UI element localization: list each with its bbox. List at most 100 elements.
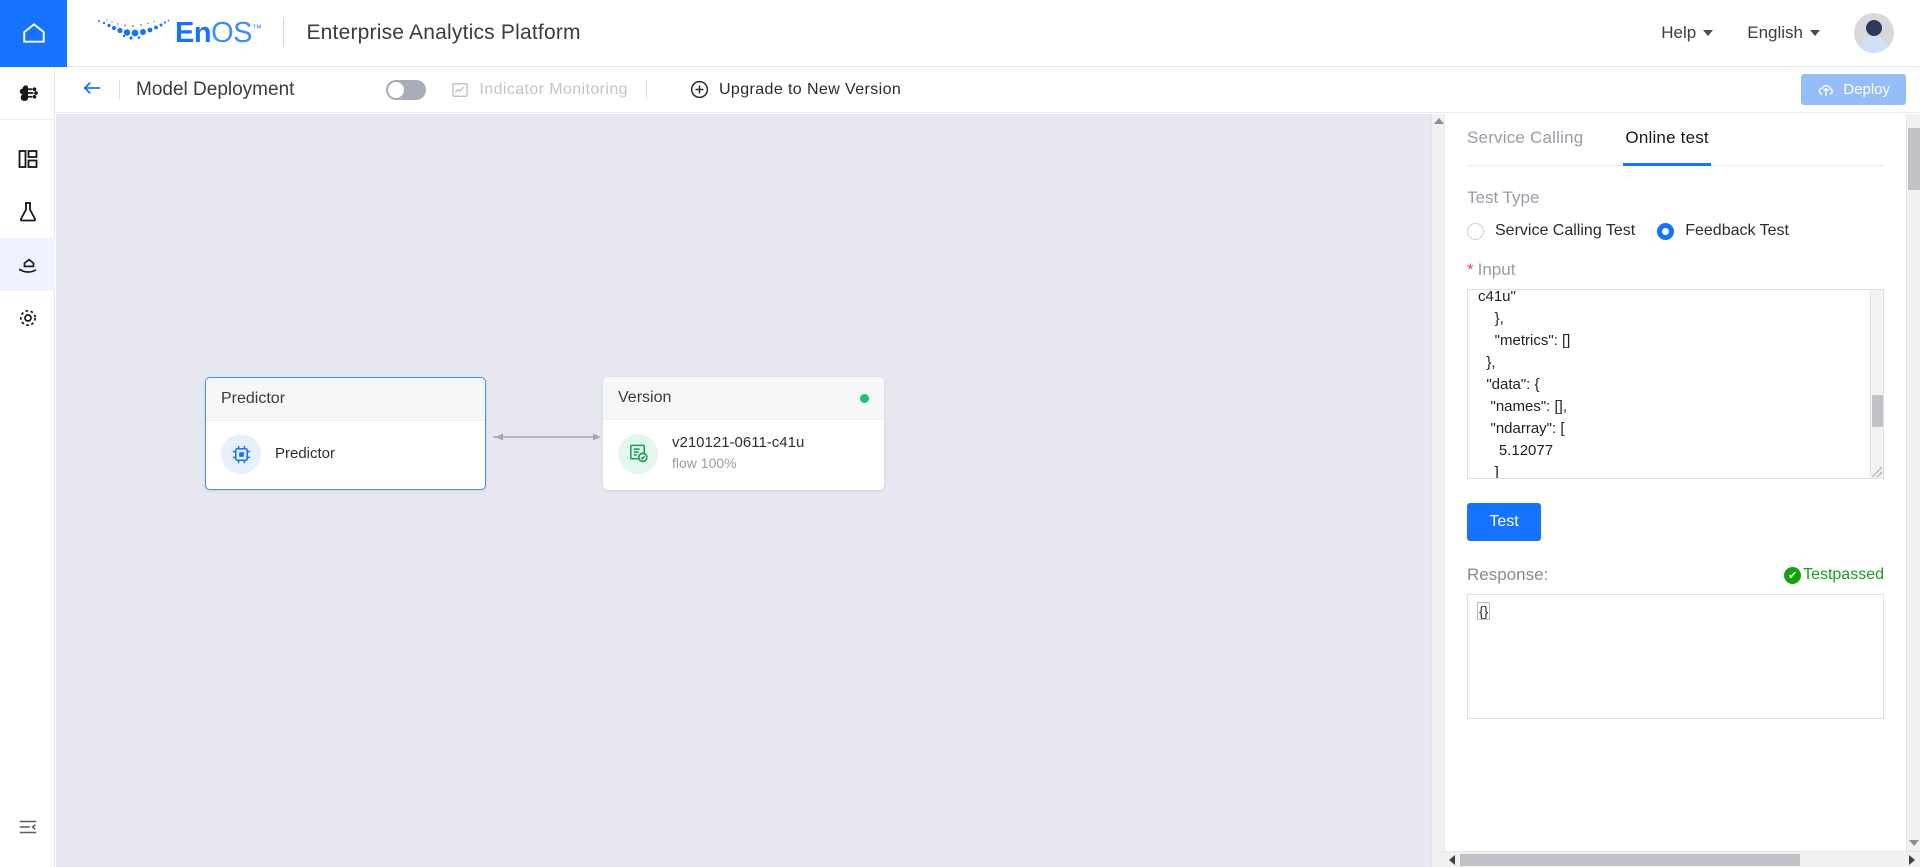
collapse-panel-icon bbox=[19, 820, 36, 833]
response-label: Response: bbox=[1467, 565, 1549, 584]
radio-feedback-test[interactable]: Feedback Test bbox=[1657, 222, 1789, 240]
canvas-scrollbar-vertical[interactable] bbox=[1431, 114, 1444, 867]
panel-scrollbar-h-track[interactable] bbox=[1460, 852, 1904, 867]
sidebar-item-dashboard[interactable] bbox=[0, 132, 55, 185]
response-row: Response: ✔ Testpassed bbox=[1467, 565, 1884, 585]
node-predictor-title: Predictor bbox=[221, 390, 286, 407]
home-button[interactable] bbox=[0, 0, 67, 67]
sidebar-collapse-button[interactable] bbox=[0, 800, 55, 853]
toggle-knob bbox=[388, 81, 405, 98]
deploy-label: Deploy bbox=[1843, 81, 1890, 98]
header-divider bbox=[283, 19, 285, 47]
tab-online-test[interactable]: Online test bbox=[1623, 114, 1712, 166]
version-doc-check-icon bbox=[629, 444, 648, 463]
predictor-icon bbox=[232, 445, 250, 463]
node-version-main-text: v210121-0611-c41u bbox=[672, 434, 805, 451]
panel-tabs: Service Calling Online test bbox=[1467, 114, 1884, 166]
test-panel: Service Calling Online test Test Type Se… bbox=[1444, 114, 1906, 867]
panel-scroll-down-button[interactable] bbox=[1907, 835, 1920, 851]
upgrade-version-link[interactable]: Upgrade to New Version bbox=[689, 79, 901, 100]
avatar[interactable] bbox=[1854, 13, 1894, 53]
version-icon-wrap bbox=[618, 433, 658, 474]
predictor-icon-wrap bbox=[221, 434, 261, 474]
node-predictor-texts: Predictor bbox=[275, 444, 335, 464]
test-status: ✔ Testpassed bbox=[1784, 566, 1884, 584]
tab-service-calling[interactable]: Service Calling bbox=[1467, 114, 1583, 165]
sub-header: Model Deployment Indicator Monitoring Up… bbox=[55, 67, 1920, 113]
input-label: * Input bbox=[1467, 260, 1884, 280]
home-icon bbox=[22, 23, 45, 43]
avatar-head bbox=[1866, 20, 1882, 36]
panel-scrollbar-vertical[interactable] bbox=[1906, 114, 1920, 851]
ai-model-icon bbox=[19, 85, 38, 101]
arrow-left-icon bbox=[83, 81, 101, 94]
back-button[interactable] bbox=[81, 79, 103, 101]
node-version[interactable]: Version v210121-0611-c41u flow 100% bbox=[603, 377, 884, 490]
panel-scroll-left-button[interactable] bbox=[1444, 852, 1460, 867]
radio-service-calling-test-label: Service Calling Test bbox=[1495, 222, 1636, 239]
chevron-down-icon bbox=[1703, 30, 1714, 36]
plus-circle-icon bbox=[690, 80, 709, 99]
panel-scrollbar-horizontal[interactable] bbox=[1444, 851, 1920, 867]
node-version-sub-text: flow 100% bbox=[672, 455, 737, 472]
check-circle-icon: ✔ bbox=[1784, 566, 1802, 584]
status-badge bbox=[860, 393, 869, 403]
node-predictor-header: Predictor bbox=[206, 378, 485, 421]
edge-connector bbox=[493, 433, 601, 441]
chevron-left-icon bbox=[1449, 854, 1455, 865]
settings-gear-icon bbox=[19, 309, 36, 326]
panel-scroll-right-button[interactable] bbox=[1904, 852, 1920, 867]
indicator-monitoring-link[interactable]: Indicator Monitoring bbox=[450, 80, 628, 100]
logo-tm: ™ bbox=[251, 23, 262, 35]
chevron-up-icon bbox=[1433, 118, 1444, 124]
input-scrollbar[interactable] bbox=[1870, 290, 1883, 478]
chevron-down-icon bbox=[1909, 840, 1919, 846]
help-menu[interactable]: Help bbox=[1661, 23, 1714, 43]
node-predictor-body: Predictor bbox=[206, 421, 485, 487]
deployment-canvas[interactable]: Predictor Predictor Version v210121-0611… bbox=[56, 114, 1431, 867]
lab-flask-icon bbox=[19, 201, 36, 221]
test-type-radio-group: Service Calling Test Feedback Test bbox=[1467, 222, 1884, 240]
sidebar-item-model-serving[interactable] bbox=[0, 238, 55, 291]
logo-en: En bbox=[175, 17, 212, 49]
language-label: English bbox=[1747, 23, 1803, 42]
platform-title: Enterprise Analytics Platform bbox=[306, 21, 581, 44]
node-version-title: Version bbox=[618, 389, 672, 406]
header-actions: Help English bbox=[1661, 13, 1920, 53]
test-button[interactable]: Test bbox=[1467, 503, 1541, 541]
enos-swoosh-icon bbox=[98, 19, 170, 40]
sidebar-item-settings[interactable] bbox=[0, 291, 55, 344]
response-output[interactable]: {} bbox=[1467, 594, 1884, 719]
node-version-texts: v210121-0611-c41u flow 100% bbox=[672, 433, 804, 474]
top-header: EnOS™ Enterprise Analytics Platform Help… bbox=[0, 0, 1920, 67]
chevron-right-icon bbox=[1909, 854, 1915, 865]
input-label-text: Input bbox=[1477, 260, 1516, 279]
help-label: Help bbox=[1661, 23, 1697, 42]
enos-wordmark: EnOS™ bbox=[175, 17, 262, 50]
deploy-button[interactable]: Deploy bbox=[1801, 74, 1906, 105]
page-title: Model Deployment bbox=[136, 78, 295, 100]
sidebar-item-ai-model[interactable] bbox=[0, 67, 55, 120]
input-scrollbar-thumb[interactable] bbox=[1872, 395, 1883, 427]
node-predictor-main-text: Predictor bbox=[275, 444, 336, 462]
sidebar-footer bbox=[0, 800, 55, 853]
node-version-body: v210121-0611-c41u flow 100% bbox=[603, 420, 884, 487]
monitoring-toggle[interactable] bbox=[386, 79, 427, 100]
node-predictor[interactable]: Predictor Predictor bbox=[205, 377, 486, 490]
required-star: * bbox=[1467, 260, 1474, 279]
sidebar-item-experiments[interactable] bbox=[0, 185, 55, 238]
sub-header-divider bbox=[119, 79, 120, 100]
input-resize-handle[interactable] bbox=[1872, 467, 1882, 477]
radio-service-calling-test[interactable]: Service Calling Test bbox=[1467, 222, 1635, 240]
sidebar-rail bbox=[0, 67, 55, 867]
input-textarea[interactable]: c41u" }, "metrics": [] }, "data": { "nam… bbox=[1467, 289, 1884, 479]
response-value: {} bbox=[1477, 602, 1491, 620]
enos-logo: EnOS™ bbox=[95, 16, 262, 50]
upgrade-version-label: Upgrade to New Version bbox=[718, 80, 902, 98]
language-menu[interactable]: English bbox=[1747, 23, 1820, 43]
sub-header-divider-2 bbox=[645, 80, 647, 99]
panel-scrollbar-v-thumb[interactable] bbox=[1908, 128, 1920, 190]
panel-scrollbar-h-thumb[interactable] bbox=[1460, 853, 1800, 866]
radio-icon bbox=[1467, 222, 1484, 240]
chart-line-icon bbox=[452, 82, 469, 97]
